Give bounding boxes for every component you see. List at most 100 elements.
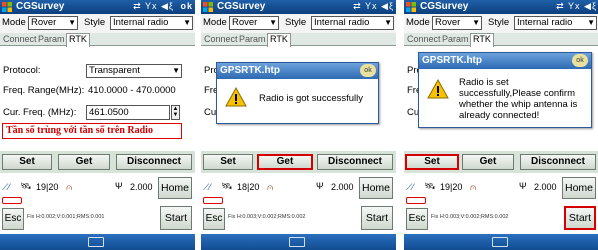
disconnect-button[interactable]: Disconnect [520,154,596,170]
style-value: Internal radio [517,17,573,28]
cur-freq-input[interactable]: 461.0500 [86,105,170,120]
tab-param[interactable]: Param [36,34,67,46]
freq-range-label: Freq. Range(MHz): [3,85,85,96]
satellite-count: 18|20 [237,182,260,192]
tab-connect[interactable]: Connect [405,34,443,46]
tab-param[interactable]: Param [237,34,268,46]
status-indicator [406,197,426,204]
speaker-icon: ◀ξ [584,1,597,11]
tab-connect[interactable]: Connect [1,34,39,46]
keyboard-icon[interactable] [88,237,104,247]
tab-param[interactable]: Param [440,34,471,46]
windows-start-icon[interactable] [2,2,12,12]
freq-stepper[interactable]: ▲ ▼ [171,105,180,120]
protocol-label: Protocol: [3,65,41,76]
windows-start-icon[interactable] [406,2,416,12]
satellite-count: 19|20 [440,182,463,192]
disconnect-button[interactable]: Disconnect [116,154,192,170]
esc-button[interactable]: Esc [406,208,428,230]
home-button[interactable]: Home [359,177,393,199]
mode-style-row: Mode Rover ▼ Style Internal radio ▼ [404,14,598,33]
start-button[interactable]: Start [361,206,393,230]
chevron-down-icon: ▼ [183,18,191,27]
chevron-down-icon: ▼ [384,18,392,27]
ok-button[interactable]: ok [180,1,193,11]
set-button[interactable]: Set [2,154,52,170]
mode-label: Mode [406,17,430,28]
start-button[interactable]: Start [564,206,596,230]
status-area: ⟋⁄ 🛰 19|20 ⩀ Ψ 2.000 Home Esc Fix H:0.00… [0,173,195,233]
sync-icon: ⇄ [133,1,142,11]
tab-bar: Connect Param RTK [404,33,598,47]
softkey-bar [404,234,598,250]
get-button[interactable]: Get [462,154,514,170]
radio-icon: ⩀ [470,182,477,192]
style-select[interactable]: Internal radio ▼ [311,16,394,30]
antenna-icon: ⟋⁄ [406,182,414,192]
speaker-icon: ◀ξ [161,1,174,11]
home-button[interactable]: Home [562,177,596,199]
style-select[interactable]: Internal radio ▼ [514,16,597,30]
disconnect-button[interactable]: Disconnect [317,154,393,170]
esc-button[interactable]: Esc [203,208,225,230]
satellite-count: 19|20 [36,182,59,192]
screen-get-result: CGSurvey ⇄ Yx ◀ξ Mode Rover ▼ Style Inter… [201,0,396,250]
style-value: Internal radio [314,17,370,28]
signal-icon: Yx [365,1,378,11]
rtk-form: Protocol: Transparent ▼ Freq. Range(MHz):… [0,47,195,151]
tab-rtk[interactable]: RTK [470,33,494,47]
mode-style-row: Mode Rover ▼ Style Internal radio ▼ [0,14,195,33]
position-readout: Fix H:0.002;V:0.001;RMS:0.001 [27,214,105,220]
esc-button[interactable]: Esc [2,208,24,230]
tab-bar: Connect Param RTK [0,33,195,47]
set-button[interactable]: Set [405,154,459,170]
get-button[interactable]: Get [257,154,313,170]
message-dialog: GPSRTK.htp ok Radio is got successfully [216,62,379,124]
get-button[interactable]: Get [58,154,110,170]
mode-value: Rover [232,17,258,28]
chevron-down-icon: ▼ [587,18,595,27]
sync-icon: ⇄ [556,1,565,11]
title-bar: CGSurvey ⇄ Yx ◀ξ [201,0,396,14]
style-label: Style [285,17,307,28]
tab-rtk[interactable]: RTK [267,33,291,47]
system-tray: ⇄ Yx ◀ξ [556,1,597,12]
style-select[interactable]: Internal radio ▼ [110,16,193,30]
mode-select[interactable]: Rover ▼ [432,16,482,30]
mode-select[interactable]: Rover ▼ [28,16,78,30]
mode-label: Mode [203,17,227,28]
dialog-ok-button[interactable]: ok [572,54,588,67]
status-indicator [203,197,223,204]
mode-select[interactable]: Rover ▼ [229,16,279,30]
freq-range-value: 410.0000 - 470.0000 [88,85,176,96]
set-button[interactable]: Set [203,154,253,170]
softkey-bar [201,234,396,250]
cur-freq-value: 461.0500 [89,107,129,118]
tower-icon: Ψ [115,181,123,191]
mode-style-row: Mode Rover ▼ Style Internal radio ▼ [201,14,396,33]
annotation-note: Tần số trùng với tần số trên Radio [2,123,182,139]
start-button[interactable]: Start [160,206,192,230]
windows-start-icon[interactable] [203,2,213,12]
mode-label: Mode [2,17,26,28]
home-button[interactable]: Home [158,177,192,199]
protocol-select[interactable]: Transparent ▼ [86,64,182,78]
protocol-value: Transparent [89,65,140,76]
keyboard-icon[interactable] [289,237,305,247]
speaker-icon: ◀ξ [381,1,394,11]
keyboard-icon[interactable] [492,237,508,247]
screen-set-result: CGSurvey ⇄ Yx ◀ξ Mode Rover ▼ Style Inter… [404,0,598,250]
dialog-title: GPSRTK.htp [419,53,591,69]
title-bar: CGSurvey ⇄ Yx ◀ξ ok [0,0,195,14]
signal-value: 2.000 [331,182,354,192]
chevron-down-icon: ▼ [472,18,480,27]
radio-icon: ⩀ [267,182,274,192]
tab-rtk[interactable]: RTK [66,33,90,47]
chevron-down-icon: ▼ [172,66,180,75]
tab-connect[interactable]: Connect [202,34,240,46]
app-title: CGSurvey [217,1,266,12]
dialog-ok-button[interactable]: ok [360,64,376,77]
title-bar: CGSurvey ⇄ Yx ◀ξ [404,0,598,14]
screen-rtk-settings: CGSurvey ⇄ Yx ◀ξ ok Mode Rover ▼ Style In… [0,0,195,250]
dialog-message: Radio is got successfully [259,93,364,104]
